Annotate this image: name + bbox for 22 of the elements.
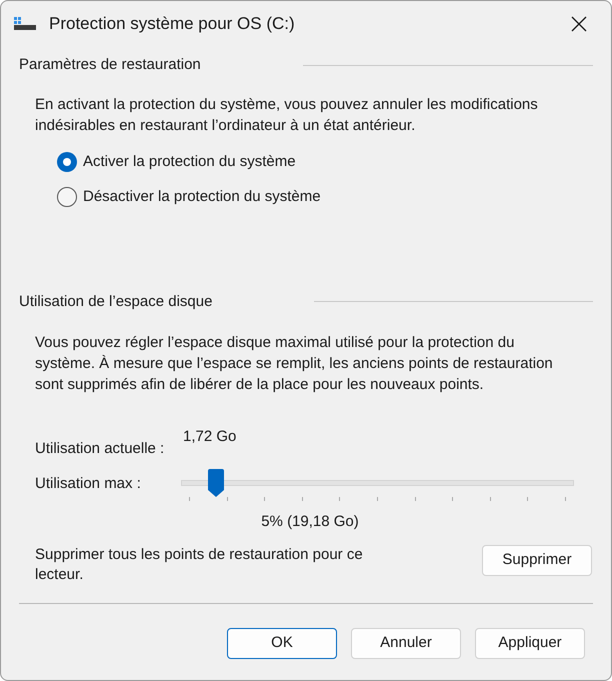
usage-slider[interactable] <box>181 466 574 502</box>
dialog-button[interactable]: OK <box>227 628 337 659</box>
delete-points-text: Supprimer tous les points de restauration pour ce lecteur. <box>35 545 364 585</box>
slider-thumb[interactable] <box>208 468 224 496</box>
max-usage-label: Utilisation max : <box>35 474 142 494</box>
radio-option[interactable]: Activer la protection du système <box>57 150 296 173</box>
section-heading: Utilisation de l’espace disque <box>19 292 212 312</box>
close-icon <box>571 16 587 32</box>
section-heading: Paramètres de restauration <box>19 55 201 75</box>
window-title: Protection système pour OS (C:) <box>49 13 295 36</box>
radio-button[interactable] <box>57 152 77 172</box>
dialog-button[interactable]: Annuler <box>351 628 461 659</box>
current-usage-value: 1,72 Go <box>183 427 236 447</box>
description-text: En activant la protection du système, vous pouvez annuler les modifications indésirables en restaurant l’ordinateur à un état antérieur. <box>35 94 539 136</box>
radio-option[interactable]: Désactiver la protection du système <box>57 186 321 208</box>
max-usage-reading: 5% (19,18 Go) <box>261 512 359 532</box>
description-text: Vous pouvez régler l’espace disque maximal utilisé pour la protection du système. À mesure que l’espace se remplit, les anciens points de restauration sont supprimés afin de libérer de la place pour les nouveaux points. <box>35 333 554 395</box>
dialog-button[interactable]: Appliquer <box>475 628 585 659</box>
current-usage-label: Utilisation actuelle : <box>35 439 166 459</box>
delete-button[interactable]: Supprimer <box>482 545 592 576</box>
drive-icon <box>13 16 37 32</box>
radio-button[interactable] <box>57 187 77 208</box>
